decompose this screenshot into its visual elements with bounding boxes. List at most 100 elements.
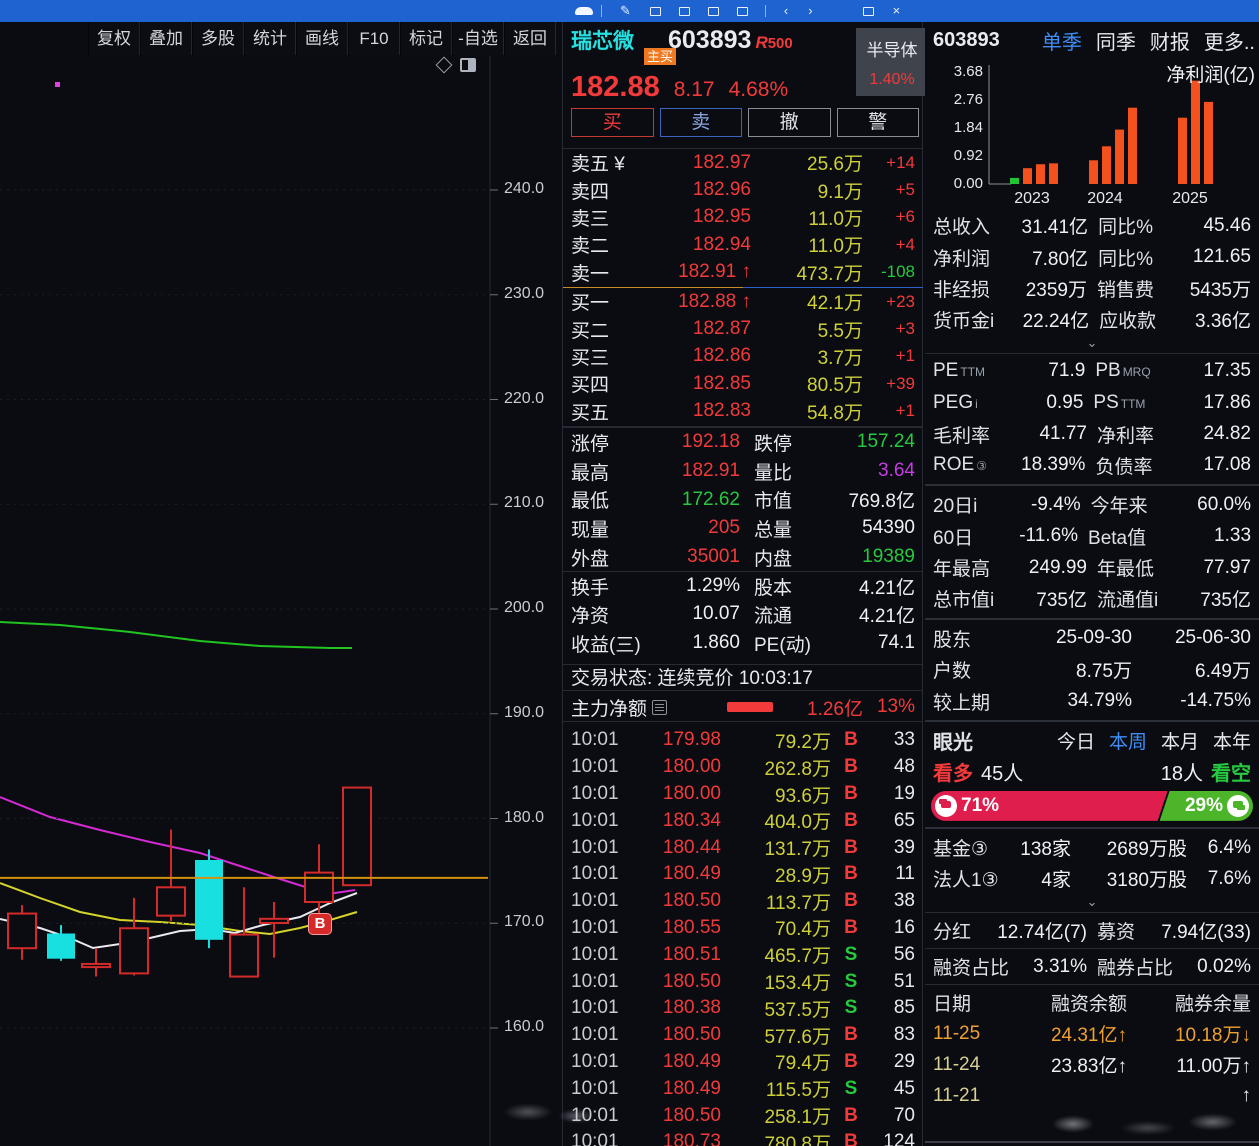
bull-pct: 71% (961, 794, 1000, 816)
order-book-row-ask[interactable]: 卖三 182.95 11.0万 +6 (563, 204, 923, 231)
trash-icon[interactable] (736, 6, 748, 16)
price-axis-label: 230.0 (504, 284, 545, 302)
margin-shares: 11.00万↑ (1176, 1056, 1251, 1078)
order-book-row-bid[interactable]: 买五 182.83 54.8万 +1 (563, 398, 923, 425)
metric-label: 负债率 (1095, 456, 1153, 478)
window-split-icon[interactable] (649, 6, 661, 16)
candle (259, 917, 289, 924)
sentiment-tab-今日[interactable]: 今日 (1057, 727, 1095, 754)
diamond-marker-icon[interactable] (435, 56, 453, 74)
new-window-icon[interactable] (678, 6, 690, 16)
metric-label: 同比% (1098, 217, 1153, 239)
margin-sell-label: 融券占比 (1097, 958, 1174, 980)
stat-value: 3.64 (878, 460, 915, 482)
tick-list[interactable]: 10:01 179.98 79.2万 B 33 10:01 180.00 262.8万 B 48 1… (563, 727, 923, 1146)
stat-label: 现量 (571, 519, 610, 541)
metric-label: 年最高 (933, 559, 991, 581)
toolbar-button-F10[interactable]: F10 (348, 22, 400, 55)
toolbar-button-标记[interactable]: 标记 (400, 22, 452, 55)
thumb-up-icon[interactable] (935, 795, 957, 817)
kline-chart[interactable]: 240.0 230.0 220.0 210.0 200.0 190.0 180.0 170.0… (0, 56, 562, 1146)
mini-chart-xtick: 2023 (1014, 190, 1050, 207)
flow-detail-icon[interactable] (652, 699, 668, 715)
toolbar-button-画线[interactable]: 画线 (296, 22, 348, 55)
order-book-row-bid[interactable]: 买三 182.86 3.7万 +1 (563, 343, 923, 370)
thumb-down-icon[interactable] (1227, 794, 1249, 817)
margin-table-row: 11-24 23.83亿↑ 11.00万↑ (925, 1049, 1259, 1080)
metric-label: PE TTM (933, 360, 986, 382)
clipboard-icon[interactable] (707, 6, 719, 16)
order-button-警[interactable]: 警 (836, 108, 919, 137)
tick-side: B (844, 1024, 858, 1046)
order-book-row-ask[interactable]: 卖四 182.96 9.1万 +5 (563, 176, 923, 203)
institution-row: 法人1③ 4家 3180万股 7.6% (925, 863, 1259, 894)
tick-time: 10:01 (571, 1131, 619, 1146)
bear-vote-bar[interactable]: 29% (1159, 790, 1253, 821)
tab-同季[interactable]: 同季 (1096, 26, 1136, 55)
bull-vote-bar[interactable]: 71% (931, 791, 1168, 821)
tick-row: 10:01 180.34 404.0万 B 65 (563, 807, 923, 834)
tick-row: 10:01 180.55 70.4万 B 16 (563, 915, 923, 942)
tick-side: S (844, 997, 858, 1019)
panel-layout-icon[interactable] (460, 58, 476, 72)
tick-row: 10:01 180.49 79.4万 B 29 (563, 1049, 923, 1076)
tab-财报[interactable]: 财报 (1150, 26, 1190, 55)
metric-value: 45.46 (1203, 214, 1252, 236)
order-book-row-bid[interactable]: 买二 182.87 5.5万 +3 (563, 315, 923, 342)
metric-value: 17.35 (1203, 360, 1251, 382)
stock-name[interactable]: 瑞芯微 (571, 25, 634, 55)
metric-value: 5435万 (1189, 279, 1251, 301)
tick-count: 85 (893, 997, 915, 1019)
sector-box[interactable]: 半导体 1.40% (856, 28, 928, 96)
toolbar-button-复权[interactable]: 复权 (88, 22, 140, 55)
level-volume: 5.5万 (817, 320, 863, 342)
tab-更多..[interactable]: 更多.. (1204, 26, 1255, 55)
forward-arrow-icon[interactable]: › (808, 0, 812, 22)
back-arrow-icon[interactable]: ‹ (784, 0, 788, 22)
close-icon[interactable]: × (893, 0, 901, 22)
sentiment-tab-本年[interactable]: 本年 (1213, 727, 1251, 754)
main-flow-pct: 13% (876, 696, 915, 717)
sentiment-tab-本周[interactable]: 本周 (1109, 727, 1147, 754)
order-book-row-bid[interactable]: 买四 182.85 80.5万 +39 (563, 370, 923, 397)
toolbar-button--自选[interactable]: -自选 (452, 22, 504, 55)
sector-change: 1.40% (869, 71, 915, 88)
tick-price: 180.38 (662, 997, 721, 1019)
tick-side: B (844, 890, 858, 912)
toolbar-button-返回[interactable]: 返回 (504, 22, 556, 55)
order-book-row-ask[interactable]: 卖五 ¥ 182.97 25.6万 +14 (563, 149, 923, 176)
stat-value: 192.18 (681, 431, 740, 453)
tick-side: B (844, 1104, 858, 1126)
financial-row: 非经损 2359万 销售费 5435万 (925, 273, 1259, 304)
order-button-卖[interactable]: 卖 (659, 108, 742, 137)
order-book-row-ask[interactable]: 卖一 182.91 ↑ 473.7万 -108 (563, 259, 923, 286)
margin-ratio-row: 融资占比 3.31% 融券占比 0.02% (925, 951, 1259, 982)
expand-chevron-icon[interactable]: ⌄ (925, 895, 1259, 910)
order-book-row-bid[interactable]: 买一 182.88 ↑ 42.1万 +23 (563, 288, 923, 315)
maximize-icon[interactable] (862, 6, 874, 16)
main-flow-row: 主力净额 1.26亿 13% (563, 693, 923, 722)
tab-单季[interactable]: 单季 (1042, 26, 1082, 55)
sentiment-tabs: 今日 本周 本月 本年 (1057, 727, 1251, 754)
sentiment-bar: 71% 29% (931, 790, 1253, 821)
main-flow-value: 1.26亿 (807, 698, 863, 720)
order-button-撤[interactable]: 撤 (748, 108, 831, 137)
order-button-买[interactable]: 买 (571, 108, 654, 137)
tick-volume: 262.8万 (764, 758, 831, 780)
edit-pencil-icon[interactable]: ✎ (620, 0, 631, 22)
tick-side: S (844, 1077, 858, 1099)
price-axis-label: 210.0 (504, 494, 545, 512)
stat-value: 4.21亿 (859, 605, 915, 627)
institution-pct: 7.6% (1207, 867, 1251, 889)
toolbar-button-统计[interactable]: 统计 (244, 22, 296, 55)
expand-chevron-icon[interactable]: ⌄ (925, 336, 1259, 351)
candle (119, 927, 149, 975)
cloud-sync-icon[interactable] (575, 7, 593, 15)
tick-price: 180.50 (662, 1104, 721, 1126)
bear-pct: 29% (1184, 794, 1223, 816)
order-book-row-ask[interactable]: 卖二 182.94 11.0万 +4 (563, 231, 923, 258)
metric-value: 24.82 (1203, 423, 1251, 445)
sentiment-tab-本月[interactable]: 本月 (1161, 727, 1199, 754)
toolbar-button-多股[interactable]: 多股 (192, 22, 244, 55)
toolbar-button-叠加[interactable]: 叠加 (140, 22, 192, 55)
